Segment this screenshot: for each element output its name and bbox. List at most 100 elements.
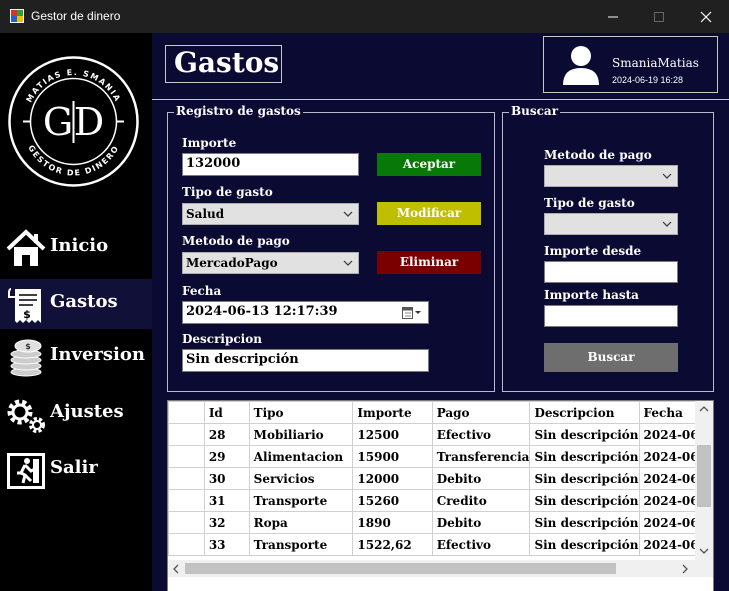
scroll-left-icon[interactable] [172, 564, 180, 574]
column-header[interactable]: Pago [431, 401, 531, 424]
table-cell[interactable]: Debito [431, 467, 531, 490]
buscar-button[interactable]: Buscar [544, 343, 678, 372]
table-cell[interactable]: Mobiliario [248, 423, 354, 446]
app-icon [10, 9, 24, 23]
horizontal-scroll-thumb[interactable] [185, 563, 616, 574]
scroll-down-icon[interactable] [699, 547, 709, 555]
table-cell[interactable]: 12000 [352, 467, 433, 490]
horizontal-scrollbar[interactable] [168, 560, 695, 577]
buscar-tipo-label: Tipo de gasto [544, 196, 635, 210]
metodo-pago-select[interactable]: MercadoPago [182, 252, 359, 274]
table-cell[interactable]: Ropa [248, 511, 354, 534]
table-cell[interactable]: 15260 [352, 489, 433, 512]
close-button[interactable] [683, 0, 729, 33]
column-header[interactable]: Id [203, 401, 250, 424]
tipo-gasto-label: Tipo de gasto [182, 185, 273, 199]
maximize-button[interactable] [636, 0, 682, 33]
nav-item-gastos[interactable]: $ Gastos [0, 279, 152, 329]
scroll-corner [695, 560, 713, 577]
close-icon [700, 11, 712, 22]
nav-item-salir[interactable]: Salir [0, 445, 152, 495]
vertical-scroll-thumb[interactable] [697, 445, 711, 507]
modificar-button[interactable]: Modificar [377, 202, 481, 225]
table-row[interactable]: 33 Transporte 1522,62 Efectivo Sin descripci… [168, 533, 713, 556]
scroll-right-icon[interactable] [681, 564, 689, 574]
minimize-button[interactable] [590, 0, 636, 33]
nav-label-inicio: Inicio [50, 235, 109, 256]
importe-hasta-label: Importe hasta [544, 288, 639, 302]
gastos-table[interactable]: Id Tipo Importe Pago Descripcion Fecha 2… [167, 400, 714, 591]
table-cell[interactable]: Alimentacion [248, 445, 354, 468]
coins-icon: $ [10, 339, 42, 377]
table-cell[interactable]: Sin descripción [529, 467, 640, 490]
table-cell[interactable]: 28 [203, 423, 250, 446]
table-cell[interactable]: 31 [203, 489, 250, 512]
table-cell[interactable]: Transporte [248, 489, 354, 512]
row-header[interactable] [168, 533, 205, 556]
table-cell[interactable]: Sin descripción [529, 511, 640, 534]
table-row[interactable]: 29 Alimentacion 15900 Transferencia Sin desc… [168, 445, 713, 468]
chevron-down-icon [662, 221, 672, 227]
column-header[interactable]: Descripcion [529, 401, 640, 424]
table-cell[interactable]: 29 [203, 445, 250, 468]
aceptar-button[interactable]: Aceptar [377, 153, 481, 176]
descripcion-input[interactable]: Sin descripción [182, 349, 429, 372]
column-header[interactable]: Importe [352, 401, 433, 424]
fecha-picker[interactable]: 2024-06-13 12:17:39 [182, 301, 429, 324]
row-header[interactable] [168, 511, 205, 534]
exit-icon [7, 453, 45, 489]
nav-item-inversion[interactable]: $ Inversion [0, 332, 152, 382]
row-header-corner [168, 401, 205, 424]
sidebar: G D MATIAS E. SMANIA GESTOR DE DINERO In… [0, 33, 152, 591]
user-datetime: 2024-06-19 16:28 [612, 75, 684, 85]
table-cell[interactable]: Transferencia [431, 445, 531, 468]
nav-item-ajustes[interactable]: Ajustes [0, 389, 152, 439]
column-header[interactable]: Tipo [248, 401, 354, 424]
scroll-up-icon[interactable] [699, 405, 709, 413]
header-divider [152, 99, 729, 100]
importe-desde-label: Importe desde [544, 244, 642, 258]
table-cell[interactable]: Efectivo [431, 423, 531, 446]
table-cell[interactable]: 1522,62 [352, 533, 433, 556]
tipo-gasto-select[interactable]: Salud [182, 203, 359, 225]
importe-label: Importe [182, 136, 237, 150]
buscar-tipo-select[interactable] [544, 213, 678, 235]
svg-text:$: $ [25, 342, 31, 351]
logo-initial-left: G [43, 100, 73, 144]
table-cell[interactable]: Transporte [248, 533, 354, 556]
table-cell[interactable]: 15900 [352, 445, 433, 468]
table-cell[interactable]: 30 [203, 467, 250, 490]
table-cell[interactable]: Debito [431, 511, 531, 534]
table-cell[interactable]: 32 [203, 511, 250, 534]
nav-item-inicio[interactable]: Inicio [0, 223, 152, 273]
table-cell[interactable]: Sin descripción [529, 423, 640, 446]
eliminar-button[interactable]: Eliminar [377, 251, 481, 274]
table-row[interactable]: 32 Ropa 1890 Debito Sin descripción 2024-06-1 [168, 511, 713, 534]
table-cell[interactable]: 33 [203, 533, 250, 556]
calendar-icon [402, 307, 421, 319]
importe-input[interactable]: 132000 [182, 153, 359, 176]
table-row[interactable]: 28 Mobiliario 12500 Efectivo Sin descripción… [168, 423, 713, 446]
row-header[interactable] [168, 467, 205, 490]
row-header[interactable] [168, 445, 205, 468]
minimize-icon [608, 16, 618, 17]
nav-label-salir: Salir [50, 457, 98, 478]
table-cell[interactable]: 12500 [352, 423, 433, 446]
table-cell[interactable]: Efectivo [431, 533, 531, 556]
table-cell[interactable]: Sin descripción [529, 445, 640, 468]
gastos-grid: Id Tipo Importe Pago Descripcion Fecha 2… [168, 401, 713, 556]
receipt-icon: $ [8, 288, 41, 323]
table-cell[interactable]: 1890 [352, 511, 433, 534]
table-cell[interactable]: Sin descripción [529, 489, 640, 512]
vertical-scrollbar[interactable] [695, 401, 713, 560]
importe-hasta-input[interactable] [544, 305, 678, 327]
table-row[interactable]: 31 Transporte 15260 Credito Sin descripción 2… [168, 489, 713, 512]
table-row[interactable]: 30 Servicios 12000 Debito Sin descripción 202… [168, 467, 713, 490]
table-cell[interactable]: Credito [431, 489, 531, 512]
importe-desde-input[interactable] [544, 261, 678, 283]
row-header[interactable] [168, 489, 205, 512]
buscar-metodo-select[interactable] [544, 165, 678, 187]
row-header[interactable] [168, 423, 205, 446]
table-cell[interactable]: Sin descripción [529, 533, 640, 556]
table-cell[interactable]: Servicios [248, 467, 354, 490]
